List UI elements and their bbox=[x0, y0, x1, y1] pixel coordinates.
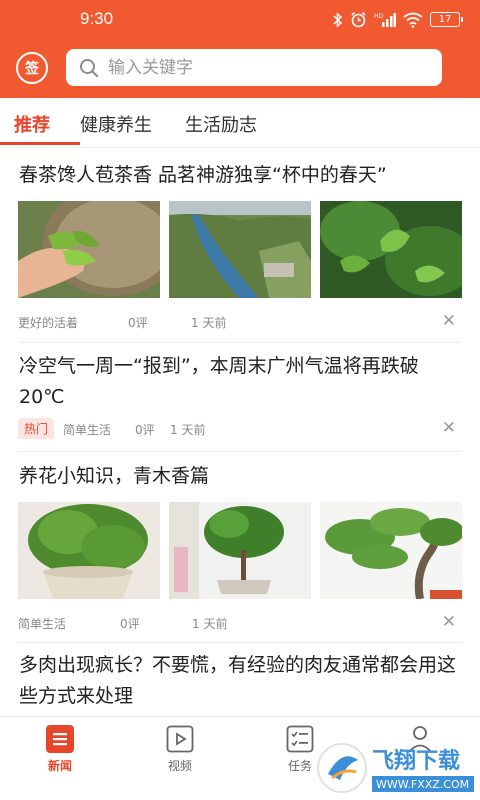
wifi-icon bbox=[403, 12, 423, 28]
battery-icon: 17 bbox=[430, 12, 463, 27]
tab-health[interactable]: 健康养生 bbox=[80, 111, 152, 137]
nav-video[interactable]: 视频 bbox=[145, 725, 215, 774]
dismiss-button[interactable]: ✕ bbox=[442, 418, 456, 438]
article-time: 1 天前 bbox=[191, 316, 227, 330]
dismiss-button[interactable]: ✕ bbox=[442, 311, 456, 331]
tab-life[interactable]: 生活励志 bbox=[185, 111, 257, 137]
divider bbox=[18, 642, 462, 643]
article-comments: 0评 bbox=[135, 423, 155, 437]
signin-label: 签 bbox=[25, 61, 39, 77]
search-bar[interactable] bbox=[66, 49, 442, 86]
status-time: 9:30 bbox=[80, 9, 114, 28]
nav-news-label: 新闻 bbox=[47, 759, 72, 773]
article-meta: 简单生活 0评 1 天前 ✕ bbox=[18, 612, 462, 634]
thumbnail-bonsai-branches[interactable] bbox=[320, 502, 462, 599]
article-time: 1 天前 bbox=[192, 617, 228, 631]
article-title[interactable]: 冷空气一周一“报到”，本周末广州气温将再跌破20℃ bbox=[19, 351, 463, 413]
search-icon bbox=[80, 58, 98, 77]
article-thumbnails bbox=[18, 502, 462, 599]
bluetooth-icon bbox=[333, 11, 343, 28]
article-title[interactable]: 多肉出现疯长？不要慌，有经验的肉友通常都会用这些方式来处理 bbox=[19, 650, 463, 712]
divider bbox=[18, 342, 462, 343]
nav-news[interactable]: 新闻 bbox=[25, 725, 95, 774]
article-meta: 更好的活着 0评 1 天前 ✕ bbox=[18, 311, 462, 333]
active-tab-indicator bbox=[0, 142, 80, 145]
watermark-logo: 飞翔下载 WWW.FXXZ.COM bbox=[310, 738, 480, 798]
thumbnail-potted-plant[interactable] bbox=[18, 502, 160, 599]
article-source: 更好的活着 bbox=[18, 316, 79, 330]
article-thumbnails bbox=[18, 201, 462, 298]
article-comments: 0评 bbox=[120, 617, 140, 631]
thumbnail-tea-bush[interactable] bbox=[320, 201, 462, 298]
video-icon bbox=[166, 725, 194, 753]
article-time: 1 天前 bbox=[170, 423, 206, 437]
thumbnail-bonsai[interactable] bbox=[169, 502, 311, 599]
thumbnail-tea-leaves[interactable] bbox=[18, 201, 160, 298]
article-source: 简单生活 bbox=[18, 617, 67, 631]
alarm-icon bbox=[350, 11, 367, 28]
divider bbox=[18, 451, 462, 452]
article-source: 简单生活 bbox=[63, 423, 112, 437]
category-tabs: 推荐 健康养生 生活励志 bbox=[0, 98, 480, 148]
battery-level: 17 bbox=[438, 13, 452, 25]
news-icon bbox=[46, 725, 74, 753]
nav-task-label: 任务 bbox=[287, 759, 312, 773]
nav-video-label: 视频 bbox=[167, 759, 192, 773]
news-feed[interactable]: 春茶馋人苞茶香 品茗神游独享“杯中的春天” 更好的活着 0评 1 天前 ✕ 冷空… bbox=[0, 148, 480, 716]
article-comments: 0评 bbox=[128, 316, 148, 330]
thumbnail-river-valley[interactable] bbox=[169, 201, 311, 298]
svg-text:HD: HD bbox=[374, 13, 384, 20]
svg-text:飞翔下载: 飞翔下载 bbox=[372, 748, 460, 774]
signal-icon: HD bbox=[374, 12, 396, 28]
signin-button[interactable]: 签 bbox=[16, 52, 48, 84]
top-header: 签 bbox=[0, 40, 480, 98]
article-title[interactable]: 养花小知识，青木香篇 bbox=[19, 461, 463, 492]
status-icons: HD 17 bbox=[333, 11, 463, 28]
article-title[interactable]: 春茶馋人苞茶香 品茗神游独享“杯中的春天” bbox=[19, 160, 463, 191]
article-meta: 热门 简单生活 0评 1 天前 ✕ bbox=[18, 418, 462, 440]
dismiss-button[interactable]: ✕ bbox=[442, 612, 456, 632]
search-input[interactable] bbox=[108, 57, 408, 78]
status-bar: 9:30 HD 17 bbox=[0, 0, 480, 40]
hot-badge: 热门 bbox=[18, 418, 55, 439]
svg-text:WWW.FXXZ.COM: WWW.FXXZ.COM bbox=[376, 778, 469, 791]
tab-recommend[interactable]: 推荐 bbox=[14, 111, 50, 137]
